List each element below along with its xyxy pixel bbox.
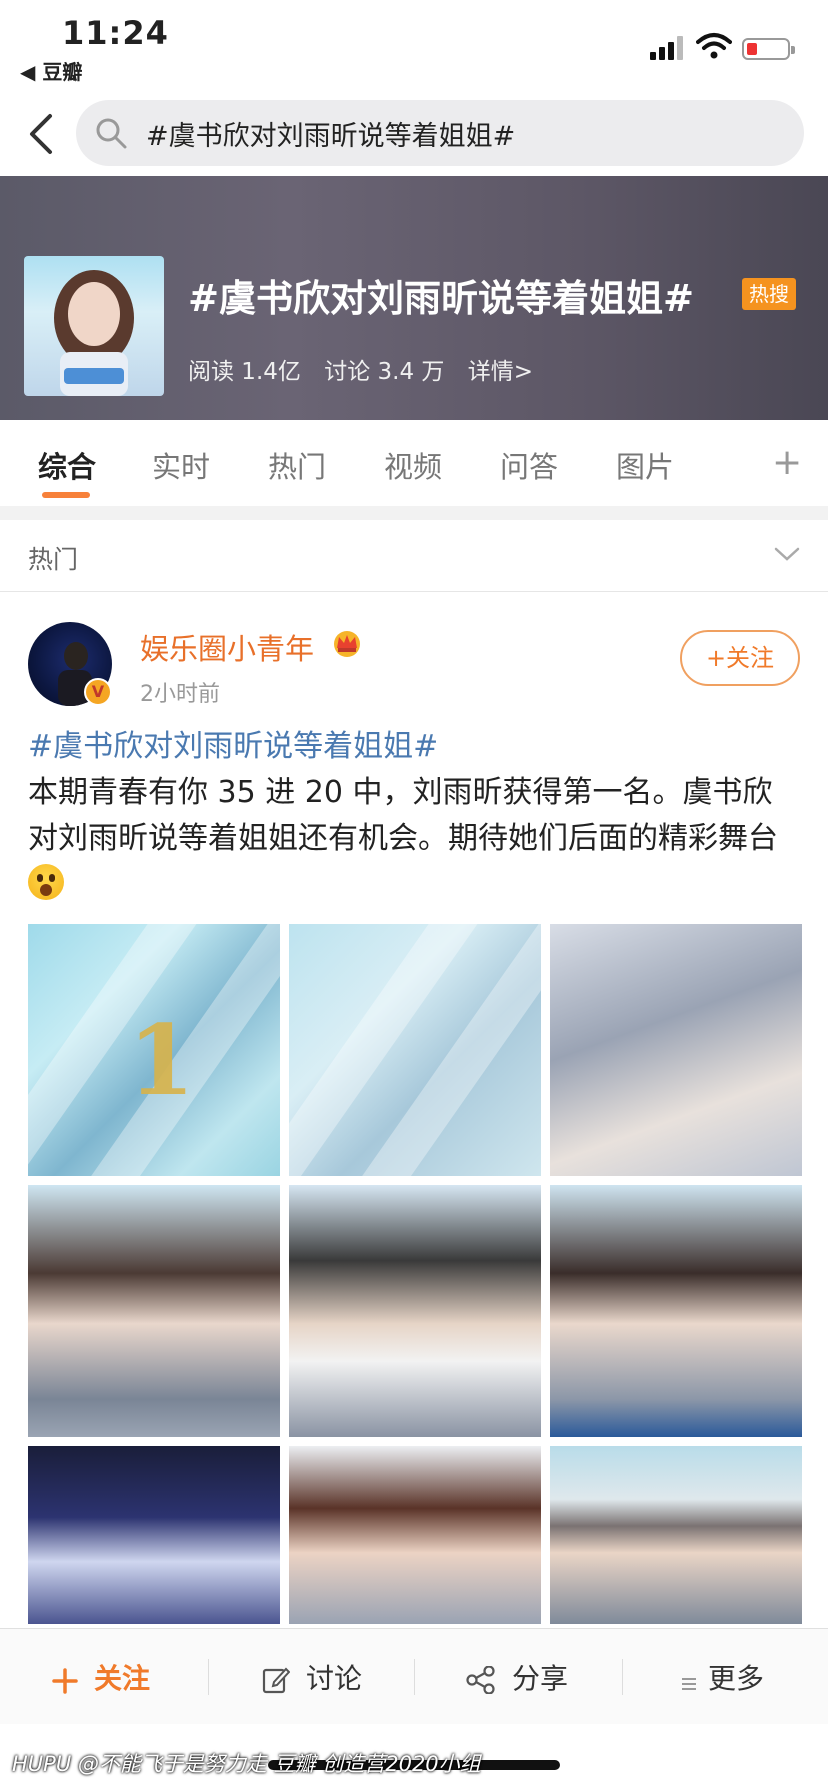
tab-hot[interactable]: 热门	[268, 444, 326, 486]
topic-reads: 阅读 1.4亿	[188, 359, 301, 385]
topic-stats: 阅读 1.4亿 讨论 3.4 万 详情>	[188, 352, 549, 386]
divider	[0, 506, 828, 520]
discuss-label: 讨论	[306, 1662, 363, 1695]
more-label: 更多	[708, 1662, 765, 1695]
surprised-emoji-icon	[28, 864, 64, 900]
discuss-button[interactable]: 讨论	[262, 1657, 362, 1697]
tab-comprehensive[interactable]: 综合	[38, 444, 96, 486]
chevron-down-icon	[774, 547, 800, 561]
topic-cover-image	[24, 256, 164, 396]
photo-2[interactable]	[289, 924, 541, 1176]
watermark-text: HUPU @不能飞于是努力走 豆瓣 创造营2020小组	[12, 1752, 481, 1776]
cellular-signal-icon	[650, 36, 688, 60]
photo-9[interactable]	[550, 1446, 802, 1624]
status-time: 11:24	[62, 14, 169, 52]
battery-icon	[742, 38, 795, 60]
divider	[208, 1659, 209, 1695]
hot-search-badge: 热搜	[742, 278, 796, 310]
search-query: #虞书欣对刘雨昕说等着姐姐#	[146, 121, 516, 152]
post-content: #虞书欣对刘雨昕说等着姐姐# 本期青春有你 35 进 20 中，刘雨昕获得第一名…	[28, 724, 802, 908]
topic-discussions: 讨论 3.4 万	[324, 359, 445, 385]
topic-title: #虞书欣对刘雨昕说等着姐姐#	[188, 277, 695, 320]
screen: { "status_bar": { "time": "11:24", "back…	[0, 0, 828, 1792]
tab-realtime[interactable]: 实时	[152, 444, 210, 486]
wifi-icon	[696, 33, 732, 59]
back-to-app-link[interactable]: ◀ 豆瓣	[20, 56, 82, 85]
photo-5[interactable]	[289, 1185, 541, 1437]
add-tab-icon[interactable]: +	[772, 442, 802, 483]
menu-icon	[682, 1678, 696, 1690]
section-title: 热门	[28, 545, 79, 574]
post-hashtag[interactable]: #虞书欣对刘雨昕说等着姐姐#	[28, 724, 802, 770]
bottom-follow-label: 关注	[94, 1662, 151, 1695]
follow-button[interactable]: +关注	[680, 630, 800, 686]
search-input[interactable]: #虞书欣对刘雨昕说等着姐姐#	[76, 100, 804, 166]
verified-badge-icon: V	[84, 678, 112, 706]
share-icon	[466, 1666, 495, 1694]
topic-header: #虞书欣对刘雨昕说等着姐姐# 热搜 阅读 1.4亿 讨论 3.4 万 详情>	[0, 176, 828, 420]
divider	[622, 1659, 623, 1695]
photo-6[interactable]	[550, 1185, 802, 1437]
photo-4[interactable]	[28, 1185, 280, 1437]
topic-details-link[interactable]: 详情>	[468, 359, 533, 385]
photo-number-label: 1	[128, 1004, 195, 1117]
bottom-follow-button[interactable]: 关注	[52, 1657, 150, 1697]
share-button[interactable]: 分享	[466, 1657, 568, 1697]
photo-8[interactable]	[289, 1446, 541, 1624]
active-tab-indicator	[42, 492, 90, 498]
tab-video[interactable]: 视频	[384, 444, 442, 486]
plus-icon	[52, 1668, 78, 1694]
avatar[interactable]: V	[28, 622, 112, 706]
author-name[interactable]: 娱乐圈小青年	[140, 626, 314, 668]
search-row: #虞书欣对刘雨昕说等着姐姐#	[0, 92, 828, 176]
tab-bar: 综合 实时 热门 视频 问答 图片 +	[0, 420, 828, 506]
tab-images[interactable]: 图片	[616, 444, 674, 486]
bottom-action-bar: 关注 讨论 分享 更多	[0, 1628, 828, 1724]
status-bar: 11:24 ◀ 豆瓣	[0, 0, 828, 92]
share-label: 分享	[512, 1662, 569, 1695]
crown-icon	[334, 631, 360, 657]
back-arrow-icon[interactable]	[22, 110, 62, 158]
more-button[interactable]: 更多	[680, 1657, 764, 1697]
search-icon	[96, 118, 127, 149]
post-body: 本期青春有你 35 进 20 中，刘雨昕获得第一名。虞书欣对刘雨昕说等着姐姐还有…	[28, 775, 778, 856]
photo-3[interactable]	[550, 924, 802, 1176]
tab-qa[interactable]: 问答	[500, 444, 558, 486]
divider	[414, 1659, 415, 1695]
section-header[interactable]: 热门	[0, 520, 828, 592]
photo-1[interactable]: 1	[28, 924, 280, 1176]
photo-7[interactable]	[28, 1446, 280, 1624]
post-time: 2小时前	[140, 682, 220, 707]
photo-grid: 1	[28, 924, 802, 1624]
edit-icon	[262, 1667, 290, 1694]
